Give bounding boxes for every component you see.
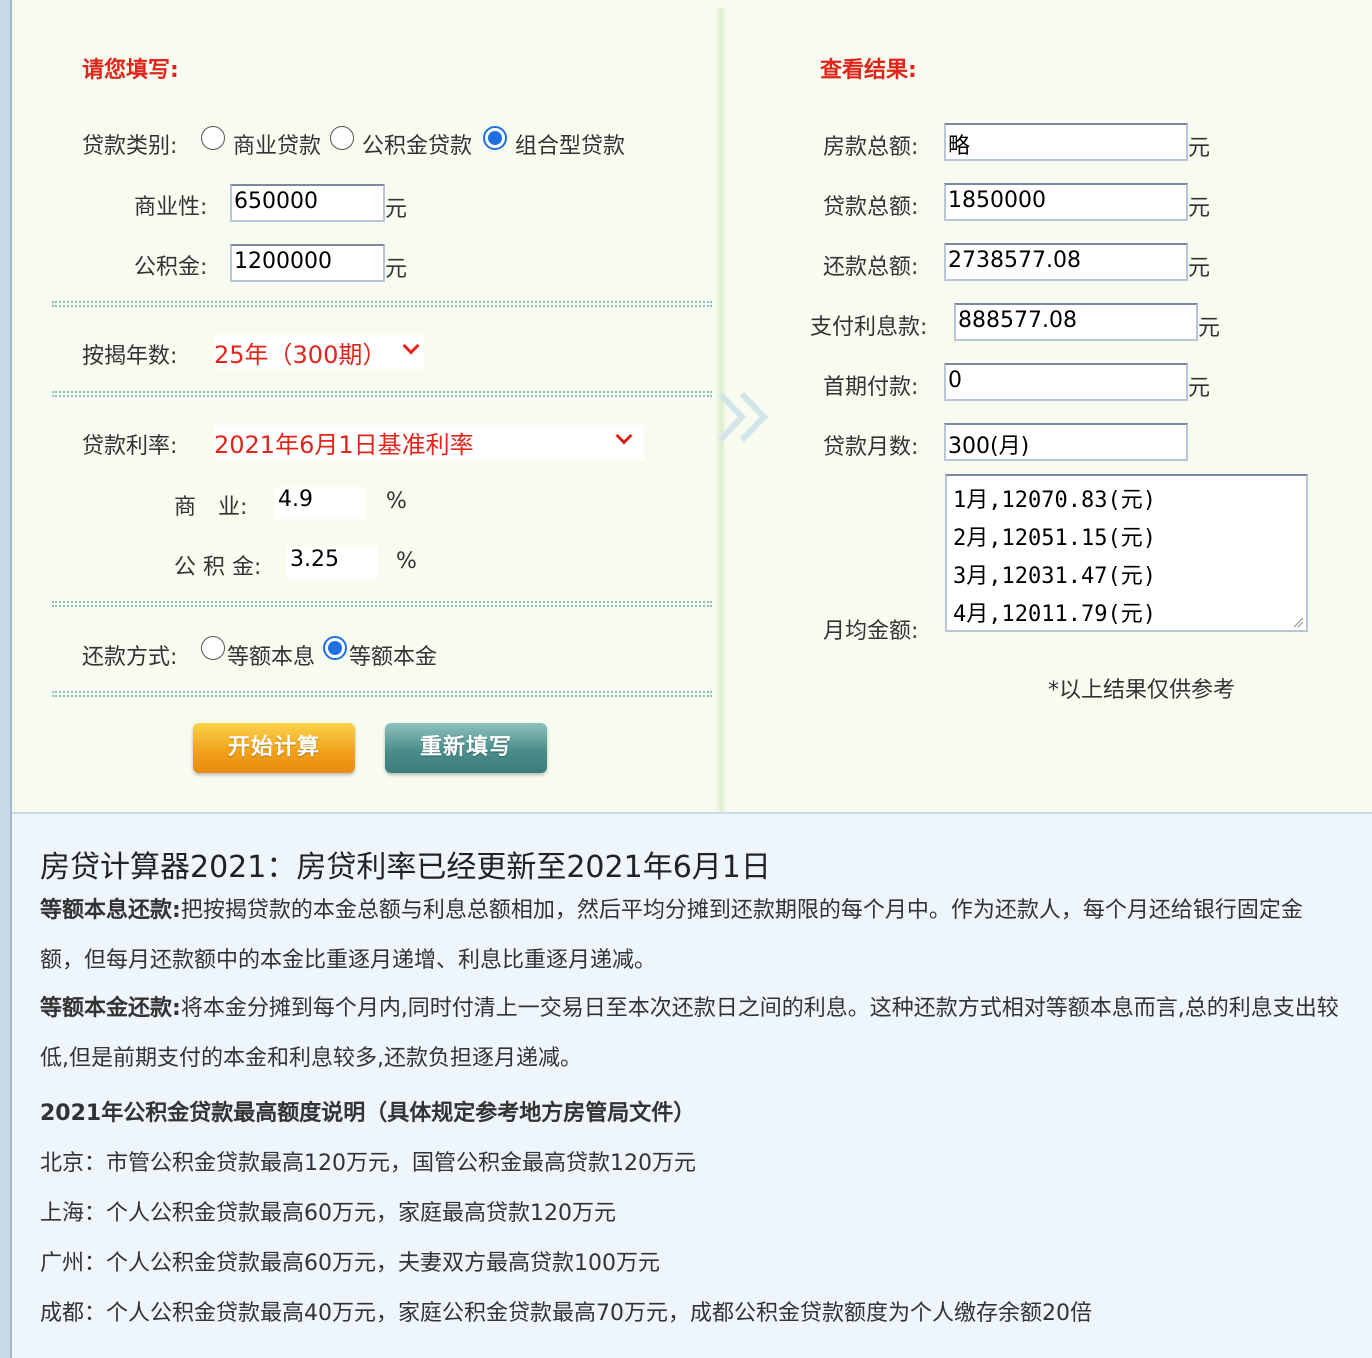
info-section: 房贷计算器2021：房贷利率已经更新至2021年6月1日 等额本息还款:把按揭贷… — [12, 812, 1372, 1358]
radio-combined-loan-label[interactable]: 组合型贷款 — [515, 128, 625, 160]
commercial-rate-label: 商 业: — [174, 495, 248, 520]
monthly-line: 4月,12011.79(元) — [953, 602, 1156, 627]
equal-principal-description: 等额本金还款:将本金分摊到每个月内,同时付清上一交易日至本次还款日之间的利息。这… — [40, 984, 1340, 1084]
equal-installment-heading: 等额本息还款: — [40, 898, 181, 923]
double-chevron-right-icon — [717, 391, 769, 443]
fund-amount-input[interactable]: 1200000 — [230, 244, 385, 282]
house-total-field[interactable]: 略 — [944, 123, 1188, 161]
repay-total-unit: 元 — [1188, 256, 1211, 281]
percent-sign: % — [386, 489, 407, 514]
radio-equal-installment[interactable] — [201, 636, 225, 660]
fund-rate-input[interactable]: 3.25 — [286, 547, 378, 579]
commercial-rate-input[interactable]: 4.9 — [274, 487, 366, 519]
radio-fund-loan[interactable] — [330, 126, 354, 150]
interest-unit: 元 — [1198, 316, 1221, 341]
monthly-label: 月均金额: — [823, 619, 919, 644]
dotted-separator — [52, 601, 712, 607]
input-heading: 请您填写: — [82, 58, 179, 83]
dotted-separator — [52, 391, 712, 397]
radio-equal-principal[interactable] — [323, 636, 347, 660]
city-limit-beijing: 北京：市管公积金贷款最高120万元，国管公积金最高贷款120万元 — [40, 1151, 696, 1176]
radio-combined-loan[interactable] — [483, 126, 507, 150]
commercial-unit: 元 — [385, 197, 408, 222]
city-limit-chengdu: 成都：个人公积金贷款最高40万元，家庭公积金贷款最高70万元，成都公积金贷款额度… — [40, 1301, 1092, 1326]
equal-principal-heading: 等额本金还款: — [40, 996, 181, 1021]
dotted-separator — [52, 301, 712, 307]
loan-total-unit: 元 — [1188, 196, 1211, 221]
months-field[interactable]: 300(月) — [944, 423, 1188, 461]
years-label: 按揭年数: — [82, 344, 178, 369]
disclaimer-note: *以上结果仅供参考 — [1048, 678, 1236, 703]
resize-handle-icon[interactable] — [1292, 616, 1304, 628]
house-total-label: 房款总额: — [823, 135, 919, 160]
equal-installment-text: 把按揭贷款的本金总额与利息总额相加，然后平均分摊到还款期限的每个月中。作为还款人… — [40, 898, 1303, 973]
radio-fund-loan-label[interactable]: 公积金贷款 — [362, 128, 472, 160]
fund-unit: 元 — [385, 257, 408, 282]
monthly-payments-textarea[interactable]: 1月,12070.83(元) 2月,12051.15(元) 3月,12031.4… — [945, 474, 1308, 632]
calculate-button[interactable]: 开始计算 — [193, 723, 355, 773]
fund-rate-label: 公 积 金: — [174, 555, 262, 580]
loan-type-label: 贷款类别: — [82, 134, 178, 159]
down-payment-label: 首期付款: — [823, 375, 919, 400]
monthly-line: 3月,12031.47(元) — [953, 564, 1156, 589]
radio-commercial-loan[interactable] — [201, 126, 225, 150]
years-select[interactable]: 25年（300期） — [214, 335, 424, 369]
repay-total-label: 还款总额: — [823, 255, 919, 280]
interest-field[interactable]: 888577.08 — [954, 303, 1198, 341]
radio-commercial-loan-label[interactable]: 商业贷款 — [233, 128, 321, 160]
rate-label: 贷款利率: — [82, 434, 178, 459]
monthly-line: 2月,12051.15(元) — [953, 526, 1156, 551]
dotted-separator — [52, 691, 712, 697]
house-total-unit: 元 — [1188, 136, 1211, 161]
percent-sign: % — [396, 549, 417, 574]
interest-label: 支付利息款: — [810, 315, 928, 340]
down-payment-field[interactable]: 0 — [944, 363, 1188, 401]
info-title: 房贷计算器2021：房贷利率已经更新至2021年6月1日 — [40, 850, 771, 885]
commercial-amount-label: 商业性: — [134, 195, 208, 220]
down-payment-unit: 元 — [1188, 376, 1211, 401]
equal-principal-text: 将本金分摊到每个月内,同时付清上一交易日至本次还款日之间的利息。这种还款方式相对… — [40, 996, 1339, 1071]
repay-total-field[interactable]: 2738577.08 — [944, 243, 1188, 281]
commercial-amount-input[interactable]: 650000 — [230, 184, 385, 222]
rate-select[interactable]: 2021年6月1日基准利率 — [214, 425, 644, 459]
fund-limit-heading: 2021年公积金贷款最高额度说明（具体规定参考地方房管局文件） — [40, 1101, 696, 1126]
loan-total-field[interactable]: 1850000 — [944, 183, 1188, 221]
reset-button[interactable]: 重新填写 — [385, 723, 547, 773]
months-label: 贷款月数: — [823, 435, 919, 460]
calculator-panel: 请您填写: 贷款类别: 商业贷款 公积金贷款 组合型贷款 商业性: 650000… — [12, 0, 1372, 812]
method-label: 还款方式: — [82, 645, 178, 670]
fund-amount-label: 公积金: — [134, 255, 208, 280]
monthly-line: 1月,12070.83(元) — [953, 488, 1156, 513]
radio-equal-installment-label[interactable]: 等额本息 — [227, 639, 315, 671]
city-limit-guangzhou: 广州：个人公积金贷款最高60万元，夫妻双方最高贷款100万元 — [40, 1251, 660, 1276]
city-limit-shanghai: 上海：个人公积金贷款最高60万元，家庭最高贷款120万元 — [40, 1201, 616, 1226]
radio-equal-principal-label[interactable]: 等额本金 — [349, 639, 437, 671]
result-heading: 查看结果: — [820, 58, 917, 83]
loan-total-label: 贷款总额: — [823, 195, 919, 220]
equal-installment-description: 等额本息还款:把按揭贷款的本金总额与利息总额相加，然后平均分摊到还款期限的每个月… — [40, 886, 1340, 986]
